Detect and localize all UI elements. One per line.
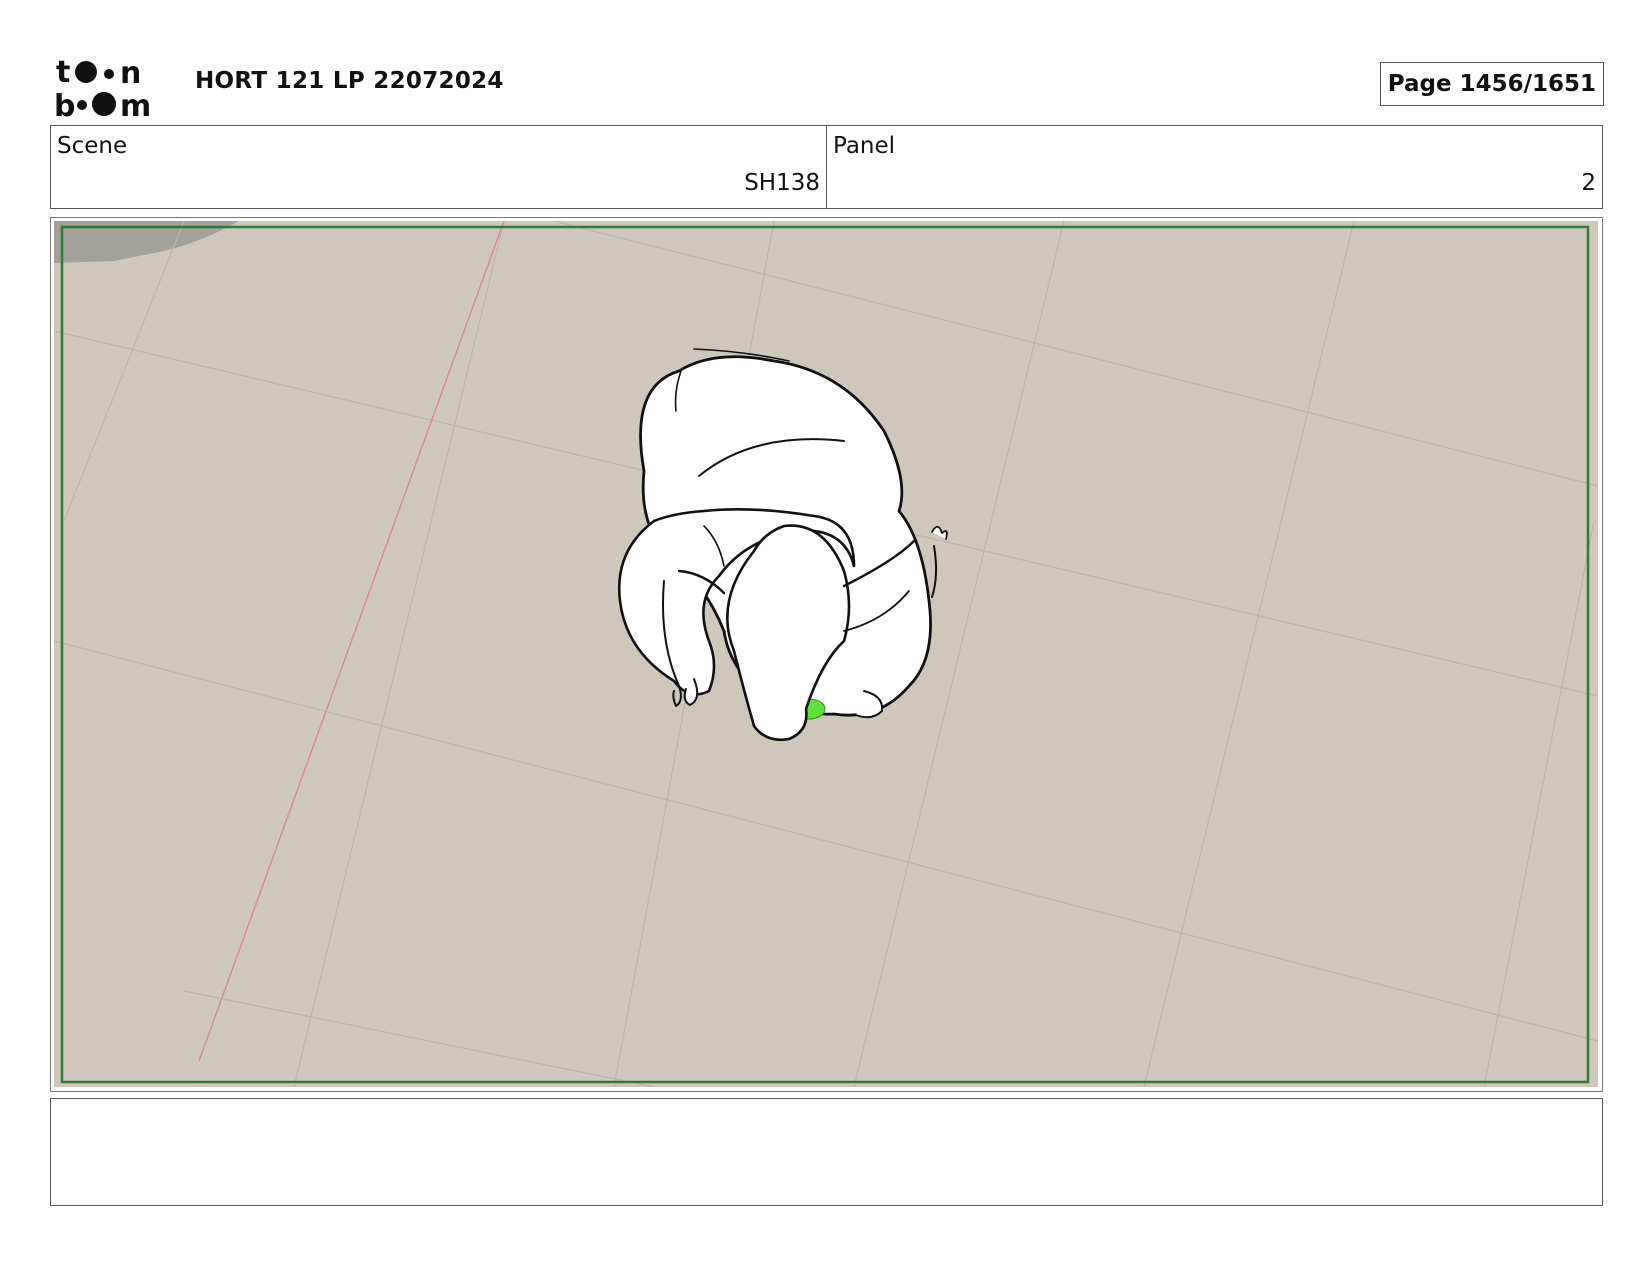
scene-value: SH138 (744, 170, 820, 196)
panel-notes (50, 1098, 1603, 1206)
toon-boom-logo: t n b m (54, 55, 151, 118)
page-number: Page 1456/1651 (1379, 62, 1604, 106)
svg-text:b: b (54, 89, 75, 118)
svg-text:m: m (120, 89, 151, 118)
scene-panel-info: Scene SH138 Panel 2 (50, 125, 1603, 209)
storyboard-panel (50, 217, 1603, 1092)
panel-label: Panel (833, 133, 896, 159)
document-title: HORT 121 LP 22072024 (195, 68, 504, 94)
panel-artwork (54, 221, 1598, 1087)
scene-cell: Scene SH138 (51, 126, 827, 208)
panel-value: 2 (1581, 170, 1596, 196)
svg-text:n: n (120, 56, 141, 91)
panel-cell: Panel 2 (827, 126, 1602, 208)
svg-text:t: t (56, 55, 70, 90)
scene-label: Scene (57, 133, 128, 159)
